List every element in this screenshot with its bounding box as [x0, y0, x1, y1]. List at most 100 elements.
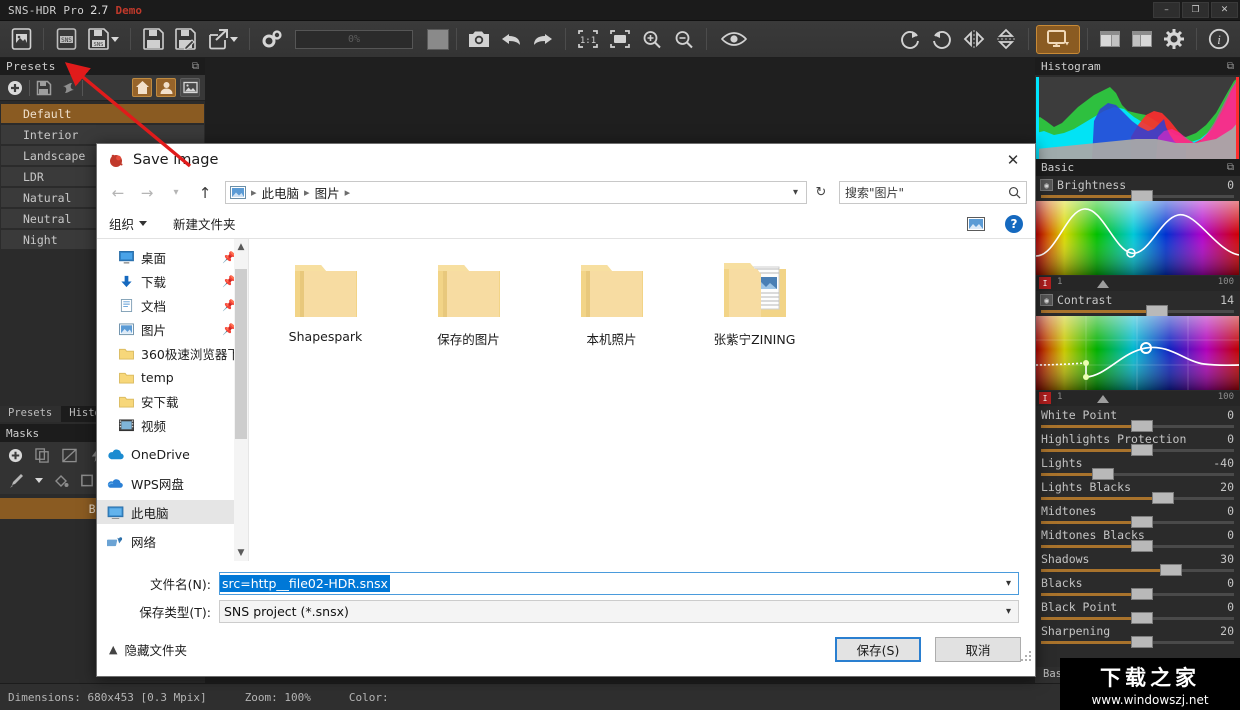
filename-dropdown-chevron-icon[interactable]: ▾ [1006, 578, 1018, 589]
nav-item-network[interactable]: 网络 [97, 529, 248, 553]
color-swatch[interactable] [427, 28, 449, 50]
home-presets-icon[interactable] [132, 78, 152, 97]
slider-highlights-protection[interactable]: Highlights Protection 0 [1035, 430, 1240, 456]
add-preset-icon[interactable] [5, 78, 25, 97]
slider-track[interactable] [1041, 497, 1234, 500]
redo-icon[interactable] [528, 25, 558, 54]
nav-item-downloads[interactable]: 下载 📌 [97, 269, 248, 293]
brush-icon[interactable] [6, 471, 25, 490]
undock-icon[interactable]: ⧉ [1227, 61, 1234, 72]
resize-grip[interactable] [1020, 647, 1032, 661]
rotate-cw-icon[interactable] [895, 25, 925, 54]
display-mode-icon[interactable] [1036, 24, 1080, 54]
breadcrumb-item-this-pc[interactable]: 此电脑 [259, 183, 303, 202]
filetype-dropdown-chevron-icon[interactable]: ▾ [1006, 606, 1018, 617]
nav-item-documents[interactable]: 文档 📌 [97, 293, 248, 317]
nav-item-anxiazai[interactable]: 安下载 [97, 389, 248, 413]
organize-button[interactable]: 组织 [109, 214, 148, 233]
file-list-pane[interactable]: Shapespark 保存的图片 本机照片 张紫宁ZINING [249, 239, 1035, 561]
nav-pane-scrollbar[interactable]: ▲ ▼ [234, 239, 248, 561]
nav-item-this-pc[interactable]: 此电脑 [97, 500, 248, 524]
slider-midtones[interactable]: Midtones 0 [1035, 502, 1240, 528]
breadcrumb-item-pictures[interactable]: 图片 [312, 183, 343, 202]
recent-locations-chevron-icon[interactable]: ▾ [163, 181, 189, 205]
slider-track[interactable] [1041, 310, 1234, 313]
fill-icon[interactable] [51, 471, 70, 490]
toggle-visibility-icon[interactable]: ◉ [1040, 294, 1053, 306]
address-bar[interactable]: ▸ 此电脑 ▸ 图片 ▸ ▾ [225, 181, 807, 204]
scroll-down-arrow-icon[interactable]: ▼ [234, 545, 248, 561]
dialog-close-button[interactable]: ✕ [991, 144, 1035, 175]
save-sns-icon[interactable]: SNS [83, 25, 123, 54]
file-item[interactable]: 张紫宁ZINING [702, 257, 807, 348]
slider-black-point[interactable]: Black Point 0 [1035, 598, 1240, 624]
filename-input[interactable]: src=http__file02-HDR.snsx ▾ [219, 571, 1019, 595]
file-item[interactable]: 本机照片 [559, 257, 664, 348]
brightness-curve-editor[interactable] [1036, 201, 1239, 275]
slider-blacks[interactable]: Blacks 0 [1035, 574, 1240, 600]
preview-eye-icon[interactable] [714, 25, 754, 54]
duplicate-mask-icon[interactable] [33, 446, 52, 465]
slider-contrast[interactable]: ◉ Contrast 14 [1035, 291, 1240, 317]
search-input[interactable]: 搜索"图片" [845, 184, 1008, 201]
settings-gears-icon[interactable] [257, 25, 287, 54]
file-item[interactable]: 保存的图片 [416, 257, 521, 348]
slider-shadows[interactable]: Shadows 30 [1035, 550, 1240, 576]
nav-item-temp[interactable]: temp [97, 365, 248, 389]
zoom-out-icon[interactable] [669, 25, 699, 54]
undock-icon[interactable]: ⧉ [1227, 162, 1234, 173]
slider-track[interactable] [1041, 473, 1234, 476]
hide-folders-button[interactable]: ▲ 隐藏文件夹 [109, 640, 187, 659]
nav-item-pictures[interactable]: 图片 📌 [97, 317, 248, 341]
slider-lights[interactable]: Lights -40 [1035, 454, 1240, 480]
zoom-in-icon[interactable] [637, 25, 667, 54]
toggle-visibility-icon[interactable]: ◉ [1040, 179, 1053, 191]
scrollbar-thumb[interactable] [235, 269, 247, 439]
flip-horizontal-icon[interactable] [959, 25, 989, 54]
slider-brightness[interactable]: ◉ Brightness 0 [1035, 176, 1240, 202]
search-box[interactable]: 搜索"图片" [839, 181, 1027, 204]
image-presets-icon[interactable] [180, 78, 200, 97]
minimize-button[interactable]: – [1153, 2, 1180, 18]
filetype-select[interactable]: SNS project (*.snsx) ▾ [219, 599, 1019, 623]
chevron-down-icon[interactable] [229, 36, 238, 42]
nav-item-wps-cloud[interactable]: WPS网盘 [97, 471, 248, 495]
export-icon[interactable] [202, 25, 242, 54]
close-button[interactable]: ✕ [1211, 2, 1238, 18]
slider-track[interactable] [1041, 569, 1234, 572]
undo-icon[interactable] [496, 25, 526, 54]
preset-item[interactable]: Default [1, 104, 204, 124]
undock-icon[interactable]: ⧉ [192, 61, 199, 72]
slider-sharpening[interactable]: Sharpening 20 [1035, 622, 1240, 648]
slider-lights-blacks[interactable]: Lights Blacks 20 [1035, 478, 1240, 504]
info-icon[interactable]: i [1204, 25, 1234, 54]
add-mask-icon[interactable] [6, 446, 25, 465]
tab-presets[interactable]: Presets [0, 406, 62, 422]
flip-vertical-icon[interactable] [991, 25, 1021, 54]
user-presets-icon[interactable] [156, 78, 176, 97]
scroll-up-arrow-icon[interactable]: ▲ [234, 239, 248, 255]
nav-item-360browser[interactable]: 360极速浏览器下 [97, 341, 248, 365]
slider-knob[interactable] [1131, 636, 1154, 648]
file-item[interactable]: Shapespark [273, 257, 378, 348]
back-button[interactable]: ← [105, 181, 131, 205]
save-button[interactable]: 保存(S) [835, 637, 921, 662]
brush-options-chevron-icon[interactable] [35, 478, 43, 483]
filename-value[interactable]: src=http__file02-HDR.snsx [220, 574, 390, 592]
snapshot-icon[interactable] [464, 25, 494, 54]
slider-white-point[interactable]: White Point 0 [1035, 406, 1240, 432]
new-folder-button[interactable]: 新建文件夹 [173, 214, 236, 233]
save-icon[interactable] [138, 25, 168, 54]
address-dropdown-chevron-icon[interactable]: ▾ [793, 187, 802, 198]
layout-right-icon[interactable] [1127, 25, 1157, 54]
contrast-curve-editor[interactable] [1036, 316, 1239, 390]
chevron-down-icon[interactable] [110, 36, 119, 42]
rect-select-icon[interactable] [78, 471, 97, 490]
fit-screen-icon[interactable] [605, 25, 635, 54]
save-preset-icon[interactable] [34, 78, 54, 97]
open-image-icon[interactable] [6, 25, 36, 54]
forward-button[interactable]: → [134, 181, 160, 205]
rotate-ccw-icon[interactable] [927, 25, 957, 54]
invert-mask-icon[interactable] [60, 446, 79, 465]
help-icon[interactable]: ? [1005, 214, 1023, 233]
